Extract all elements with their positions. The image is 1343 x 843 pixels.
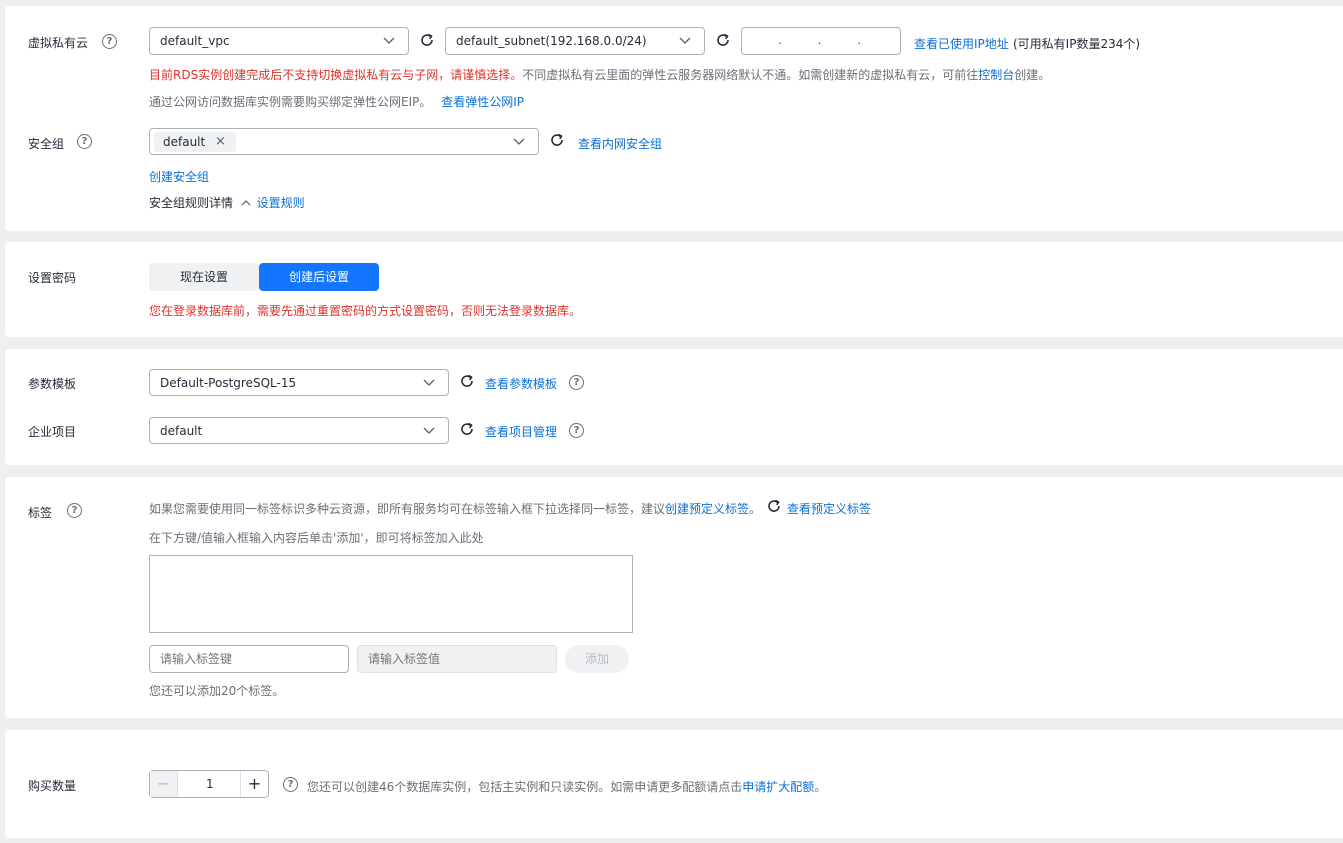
quantity-stepper: − 1 +	[149, 770, 269, 798]
vpc-select[interactable]: default_vpc	[149, 27, 409, 55]
security-rules-label: 安全组规则详情	[149, 196, 234, 210]
enterprise-project-select[interactable]: default	[149, 417, 449, 444]
refresh-subnet-icon[interactable]	[715, 32, 731, 48]
vpc-help-icon[interactable]: ?	[102, 34, 117, 49]
subnet-select-value: default_subnet(192.168.0.0/24)	[456, 34, 647, 48]
tags-list-area	[149, 555, 633, 633]
tag-value-input[interactable]	[357, 645, 557, 673]
available-ip-count: (可用私有IP数量234个)	[1013, 37, 1141, 51]
refresh-tags-icon[interactable]	[766, 498, 782, 514]
purchase-help-icon[interactable]: ?	[283, 777, 298, 792]
tags-remaining: 您还可以添加20个标签。	[149, 684, 285, 698]
tags-hint-text: 如果您需要使用同一标签标识多种云资源，即所有服务均可在标签输入框下拉选择同一标签…	[149, 502, 666, 516]
security-group-label: 安全组	[28, 137, 65, 151]
password-later-option[interactable]: 创建后设置	[259, 263, 379, 291]
chevron-down-icon	[383, 37, 395, 44]
view-eip-link[interactable]: 查看弹性公网IP	[441, 95, 524, 109]
vpc-warning-red: 目前RDS实例创建完成后不支持切换虚拟私有云与子网，请谨慎选择。	[149, 68, 523, 82]
eip-text: 通过公网访问数据库实例需要购买绑定弹性公网EIP。	[149, 95, 432, 109]
param-template-value: Default-PostgreSQL-15	[160, 376, 297, 390]
tags-help-icon[interactable]: ?	[67, 503, 82, 518]
refresh-enterprise-icon[interactable]	[459, 421, 475, 437]
tags-hint-end: 。	[749, 502, 762, 516]
decrease-button[interactable]: −	[150, 771, 178, 797]
vpc-warning: 目前RDS实例创建完成后不支持切换虚拟私有云与子网，请谨慎选择。不同虚拟私有云里…	[149, 66, 1050, 83]
param-template-help-icon[interactable]: ?	[569, 375, 584, 390]
set-rules-link[interactable]: 设置规则	[257, 196, 305, 210]
eip-note: 通过公网访问数据库实例需要购买绑定弹性公网EIP。 查看弹性公网IP	[149, 93, 524, 110]
config-card: 参数模板 Default-PostgreSQL-15 查看参数模板 ? 企业项目…	[5, 349, 1343, 465]
vpc-info-text: 不同虚拟私有云里面的弹性云服务器网络默认不通。如需创建新的虚拟私有云，可前往	[522, 68, 979, 82]
quantity-value[interactable]: 1	[206, 777, 214, 791]
refresh-param-icon[interactable]	[459, 373, 475, 389]
password-label: 设置密码	[28, 271, 77, 285]
chevron-up-icon[interactable]	[241, 199, 251, 207]
refresh-vpc-icon[interactable]	[419, 32, 435, 48]
view-used-ip-link[interactable]: 查看已使用IP地址	[914, 35, 1009, 52]
password-card: 设置密码 现在设置 创建后设置 您在登录数据库前，需要先通过重置密码的方式设置密…	[5, 242, 1343, 337]
purchase-info: 您还可以创建46个数据库实例，包括主实例和只读实例。如需申请更多配额请点击申请扩…	[307, 778, 826, 795]
tags-label: 标签	[28, 506, 53, 520]
purchase-quantity-label: 购买数量	[28, 779, 77, 793]
increase-button[interactable]: +	[240, 771, 268, 797]
vpc-label: 虚拟私有云	[28, 36, 89, 50]
tags-card: 标签 ? 如果您需要使用同一标签标识多种云资源，即所有服务均可在标签输入框下拉选…	[5, 477, 1343, 718]
param-template-select[interactable]: Default-PostgreSQL-15	[149, 369, 449, 396]
chevron-down-icon	[513, 138, 525, 145]
vpc-select-value: default_vpc	[160, 34, 230, 48]
chevron-down-icon	[423, 427, 435, 434]
password-now-option[interactable]: 现在设置	[149, 263, 259, 291]
purchase-info-text: 您还可以创建46个数据库实例，包括主实例和只读实例。如需申请更多配额请点击	[307, 780, 743, 794]
chevron-down-icon	[423, 379, 435, 386]
tags-hint: 如果您需要使用同一标签标识多种云资源，即所有服务均可在标签输入框下拉选择同一标签…	[149, 500, 761, 517]
view-predefined-tags-link[interactable]: 查看预定义标签	[787, 500, 871, 517]
security-group-tag-label: default	[163, 135, 206, 149]
refresh-security-group-icon[interactable]	[549, 132, 565, 148]
ip-address-input[interactable]: . . .	[741, 27, 901, 55]
create-security-group-link[interactable]: 创建安全组	[149, 168, 209, 185]
purchase-info-end: 。	[814, 780, 827, 794]
enterprise-project-value: default	[160, 424, 203, 438]
console-link[interactable]: 控制台	[978, 68, 1014, 82]
password-warning: 您在登录数据库前，需要先通过重置密码的方式设置密码，否则无法登录数据库。	[149, 304, 582, 318]
param-template-label: 参数模板	[28, 377, 77, 391]
close-icon[interactable]: ×	[215, 134, 226, 149]
security-group-select[interactable]: default ×	[149, 128, 539, 155]
security-group-help-icon[interactable]: ?	[77, 134, 92, 149]
view-security-group-link[interactable]: 查看内网安全组	[578, 135, 662, 152]
subnet-select[interactable]: default_subnet(192.168.0.0/24)	[445, 27, 705, 55]
enterprise-project-label: 企业项目	[28, 425, 77, 439]
add-tag-button[interactable]: 添加	[565, 645, 629, 673]
security-group-tag: default ×	[154, 132, 236, 152]
chevron-down-icon	[679, 37, 691, 44]
view-project-management-link[interactable]: 查看项目管理	[485, 423, 557, 440]
view-param-template-link[interactable]: 查看参数模板	[485, 375, 557, 392]
apply-quota-link[interactable]: 申请扩大配额	[742, 780, 814, 794]
security-rules-row: 安全组规则详情 设置规则	[149, 194, 305, 211]
tag-key-input[interactable]	[149, 645, 349, 673]
create-predefined-tag-link[interactable]: 创建预定义标签	[665, 502, 749, 516]
tags-instruction: 在下方键/值输入框输入内容后单击'添加'，即可将标签加入此处	[149, 531, 484, 545]
enterprise-help-icon[interactable]: ?	[569, 423, 584, 438]
ip-dots: . . .	[778, 33, 878, 47]
vpc-info-end: 创建。	[1014, 68, 1051, 82]
purchase-card: 购买数量 − 1 + ? 您还可以创建46个数据库实例，包括主实例和只读实例。如…	[5, 730, 1343, 838]
network-card: 虚拟私有云 ? default_vpc default_subnet(192.1…	[5, 6, 1343, 231]
